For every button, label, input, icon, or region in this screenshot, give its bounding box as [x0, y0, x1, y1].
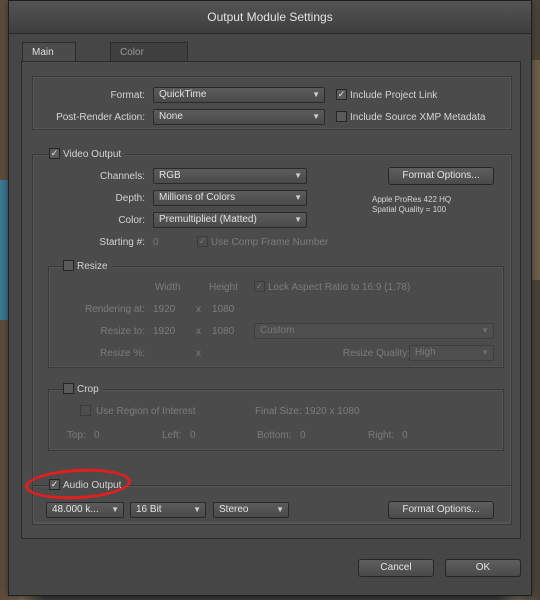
audio-sample-rate-value: 48.000 k...	[52, 504, 99, 515]
crop-final-size: Final Size: 1920 x 1080	[255, 406, 360, 417]
audio-sample-rate-dropdown[interactable]: 48.000 k... ▼	[46, 502, 124, 518]
dropdown-arrow-icon: ▼	[312, 112, 320, 121]
use-region-of-interest-label: Use Region of Interest	[96, 406, 196, 417]
crop-left-label: Left:	[162, 430, 182, 441]
cancel-button[interactable]: Cancel	[358, 559, 434, 577]
color-dropdown[interactable]: Premultiplied (Matted) ▼	[153, 212, 307, 228]
channels-dropdown[interactable]: RGB ▼	[153, 168, 307, 184]
include-xmp-checkbox[interactable]	[336, 111, 347, 122]
starting-number-label: Starting #:	[99, 237, 145, 248]
output-module-settings-dialog: Output Module Settings Main Options Colo…	[8, 0, 532, 596]
resize-preset-dropdown[interactable]: Custom ▼	[254, 323, 494, 339]
resize-to-label: Resize to:	[100, 326, 145, 337]
dropdown-arrow-icon: ▼	[481, 348, 489, 357]
use-region-of-interest-checkbox[interactable]	[80, 405, 91, 416]
crop-bottom-input[interactable]: 0	[300, 430, 306, 441]
main-options-panel: Format: QuickTime ▼ Post-Render Action: …	[21, 61, 521, 539]
resize-percent-label: Resize %:	[99, 348, 145, 359]
rendering-width-value: 1920	[153, 304, 176, 315]
lock-aspect-checkbox[interactable]: ✓	[254, 281, 265, 292]
include-project-link-label: Include Project Link	[350, 90, 438, 101]
video-output-label: Video Output	[63, 149, 126, 160]
post-render-value: None	[159, 111, 183, 122]
rendering-height-value: 1080	[212, 304, 235, 315]
post-render-dropdown[interactable]: None ▼	[153, 109, 325, 125]
audio-channels-dropdown[interactable]: Stereo ▼	[213, 502, 289, 518]
resize-width-header: Width	[155, 282, 181, 293]
resize-to-x: x	[196, 326, 201, 337]
dropdown-arrow-icon: ▼	[294, 193, 302, 202]
resize-to-height-input[interactable]: 1080	[212, 326, 234, 337]
crop-left-input[interactable]: 0	[190, 430, 196, 441]
color-value: Premultiplied (Matted)	[159, 214, 257, 225]
crop-right-input[interactable]: 0	[402, 430, 408, 441]
resize-quality-value: High	[415, 347, 436, 358]
audio-bit-depth-value: 16 Bit	[136, 504, 162, 515]
window-title: Output Module Settings	[9, 1, 531, 34]
use-comp-frame-checkbox[interactable]: ✓	[197, 236, 208, 247]
format-dropdown[interactable]: QuickTime ▼	[153, 87, 325, 103]
resize-preset-value: Custom	[260, 325, 295, 336]
dropdown-arrow-icon: ▼	[111, 505, 119, 514]
dropdown-arrow-icon: ▼	[312, 90, 320, 99]
codec-info-line1: Apple ProRes 422 HQ	[372, 195, 452, 204]
channels-value: RGB	[159, 170, 181, 181]
format-value: QuickTime	[159, 89, 207, 100]
crop-bottom-label: Bottom:	[257, 430, 292, 441]
crop-right-label: Right:	[368, 430, 395, 441]
ok-button[interactable]: OK	[445, 559, 521, 577]
post-render-label: Post-Render Action:	[56, 112, 145, 123]
depth-label: Depth:	[115, 193, 145, 204]
dropdown-arrow-icon: ▼	[294, 215, 302, 224]
format-label: Format:	[110, 90, 145, 101]
resize-to-width-input[interactable]: 1920	[153, 326, 175, 337]
resize-quality-label: Resize Quality:	[342, 348, 410, 359]
dropdown-arrow-icon: ▼	[276, 505, 284, 514]
resize-label: Resize	[77, 261, 112, 272]
rendering-x: x	[196, 304, 201, 315]
rendering-at-label: Rendering at:	[84, 304, 145, 315]
include-project-link-checkbox[interactable]: ✓	[336, 89, 347, 100]
channels-label: Channels:	[99, 171, 145, 182]
audio-bit-depth-dropdown[interactable]: 16 Bit ▼	[130, 502, 206, 518]
dropdown-arrow-icon: ▼	[481, 326, 489, 335]
depth-value: Millions of Colors	[159, 192, 236, 203]
audio-channels-value: Stereo	[219, 504, 249, 515]
starting-number-value[interactable]: 0	[153, 237, 159, 248]
color-label: Color:	[118, 215, 145, 226]
tab-main-options[interactable]: Main Options	[22, 42, 77, 77]
crop-checkbox[interactable]	[63, 383, 74, 394]
resize-height-header: Height	[209, 282, 238, 293]
resize-checkbox[interactable]	[63, 260, 74, 271]
dropdown-arrow-icon: ▼	[294, 171, 302, 180]
crop-label: Crop	[77, 384, 103, 395]
video-format-options-button[interactable]: Format Options...	[388, 167, 494, 185]
crop-top-label: Top:	[67, 430, 86, 441]
resize-quality-dropdown[interactable]: High ▼	[409, 345, 494, 361]
crop-group	[48, 389, 504, 451]
dropdown-arrow-icon: ▼	[193, 505, 201, 514]
include-xmp-label: Include Source XMP Metadata	[350, 112, 486, 123]
depth-dropdown[interactable]: Millions of Colors ▼	[153, 190, 307, 206]
video-output-checkbox[interactable]: ✓	[49, 148, 60, 159]
lock-aspect-label: Lock Aspect Ratio to 16:9 (1.78)	[268, 282, 411, 293]
resize-percent-x: x	[196, 348, 201, 359]
use-comp-frame-label: Use Comp Frame Number	[211, 237, 329, 248]
audio-format-options-button[interactable]: Format Options...	[388, 501, 494, 519]
tab-color-management[interactable]: Color Management	[110, 42, 189, 77]
codec-info-line2: Spatial Quality = 100	[372, 205, 447, 214]
crop-top-input[interactable]: 0	[94, 430, 100, 441]
